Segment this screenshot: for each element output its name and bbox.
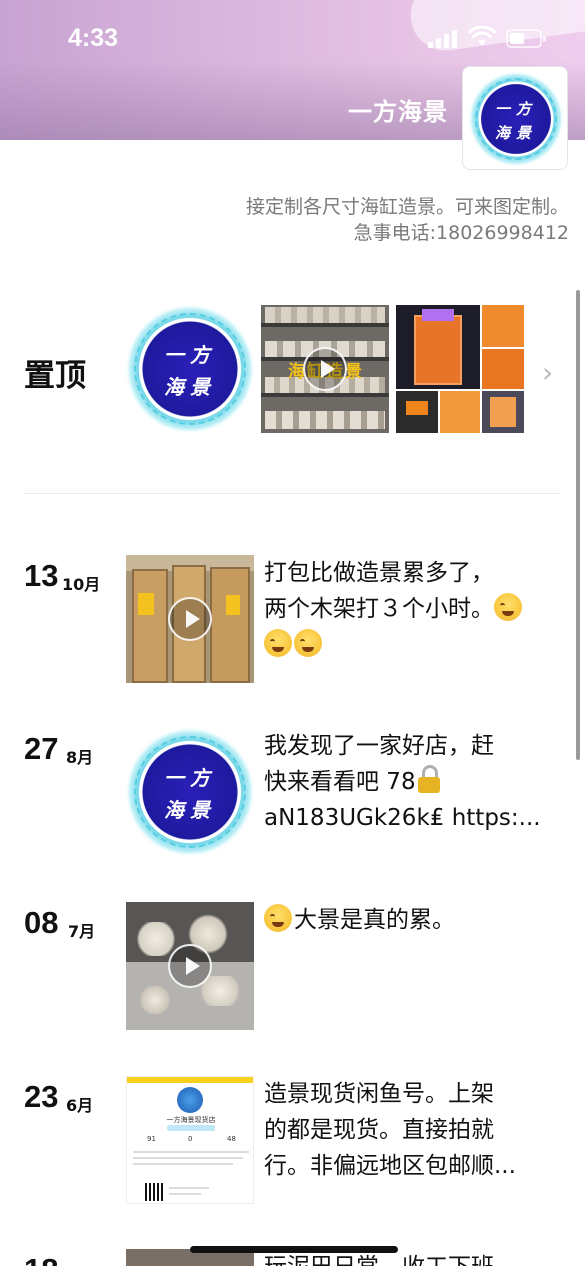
- grimacing-face-emoji: [264, 629, 292, 657]
- post-thumb-video[interactable]: [126, 555, 254, 683]
- avatar-logo: 一方 海景: [469, 72, 563, 166]
- post-text[interactable]: 大景是真的累。: [264, 902, 554, 942]
- post-text[interactable]: 打包比做造景累多了， 两个木架打３个小时。: [264, 555, 554, 663]
- post-day: 13: [24, 558, 59, 593]
- logo-text-line2: 海景: [164, 798, 216, 822]
- wifi-icon: [468, 26, 496, 46]
- post-text-line: 行。非偏远地区包邮顺...: [264, 1153, 516, 1179]
- scrollbar[interactable]: [576, 290, 580, 760]
- qr-code-icon: [145, 1183, 163, 1201]
- signature-line1: 接定制各尺寸海缸造景。可来图定制。: [245, 196, 569, 218]
- post-text[interactable]: 造景现货闲鱼号。上架 的都是现货。直接拍就 行。非偏远地区包邮顺...: [264, 1076, 554, 1184]
- signature-line2: 急事电话:18026998412: [353, 222, 569, 244]
- post-text-line: 大景是真的累。: [294, 907, 455, 933]
- screenshot-stat: 48: [227, 1135, 236, 1143]
- play-icon: [303, 347, 347, 391]
- battery-icon: [506, 29, 546, 48]
- screenshot-stat: 0: [188, 1135, 193, 1143]
- post-thumb-logo[interactable]: 一方 海景: [126, 728, 254, 856]
- pinned-thumb-collage[interactable]: [396, 305, 524, 433]
- post-thumb-screenshot[interactable]: 一方海景现货店 91 0 48: [126, 1076, 254, 1204]
- divider: [24, 493, 561, 494]
- post-text-line: 两个木架打３个小时。: [264, 596, 494, 622]
- profile-avatar[interactable]: 一方 海景: [462, 66, 568, 170]
- chevron-right-icon[interactable]: ›: [542, 356, 553, 389]
- post-text-line: 造景现货闲鱼号。上架: [264, 1081, 494, 1107]
- pinned-thumb-video[interactable]: 海缸造景: [261, 305, 389, 433]
- cellular-signal-icon: [428, 30, 460, 48]
- screenshot-shop-name: 一方海景现货店: [166, 1116, 216, 1124]
- post-day: 23: [24, 1079, 59, 1114]
- post-month: 7月: [68, 922, 96, 941]
- crying-face-emoji: [264, 904, 292, 932]
- post-text-line: 快来看看吧 78: [264, 769, 416, 795]
- post-text-line: 打包比做造景累多了，: [264, 560, 494, 586]
- logo-text-line2: 海景: [494, 124, 537, 142]
- status-time: 4:33: [68, 24, 119, 52]
- post-day: 08: [24, 905, 59, 940]
- post-month: 8月: [66, 748, 94, 767]
- play-icon: [168, 944, 212, 988]
- profile-signature: 接定制各尺寸海缸造景。可来图定制。 急事电话:18026998412: [246, 194, 569, 246]
- pinned-thumb-logo[interactable]: 一方 海景: [126, 305, 254, 433]
- logo-text-line1: 一方: [494, 100, 537, 118]
- profile-name[interactable]: 一方海景: [348, 92, 448, 127]
- screenshot-stat: 91: [147, 1135, 156, 1143]
- grimacing-face-emoji: [494, 593, 522, 621]
- play-icon: [168, 597, 212, 641]
- home-indicator[interactable]: [190, 1246, 398, 1253]
- lock-icon: [416, 765, 442, 793]
- logo-text-line1: 一方: [164, 343, 216, 367]
- pinned-label: 置顶: [24, 358, 86, 394]
- post-text-line: 的都是现货。直接拍就: [264, 1117, 494, 1143]
- post-month: 6月: [66, 1096, 94, 1115]
- post-text[interactable]: 我发现了一家好店，赶 快来看看吧 78 aN183UGk26k₤ https:.…: [264, 728, 554, 836]
- post-text-line: 我发现了一家好店，赶: [264, 733, 494, 759]
- logo-text-line2: 海景: [164, 375, 216, 399]
- post-text-line: aN183UGk26k₤ https:...: [264, 805, 541, 831]
- post-month: 10月: [62, 575, 101, 594]
- logo-text-line1: 一方: [164, 766, 216, 790]
- post-day: 27: [24, 731, 59, 766]
- grimacing-face-emoji: [294, 629, 322, 657]
- post-day: 18: [24, 1252, 58, 1266]
- post-thumb-video[interactable]: [126, 902, 254, 1030]
